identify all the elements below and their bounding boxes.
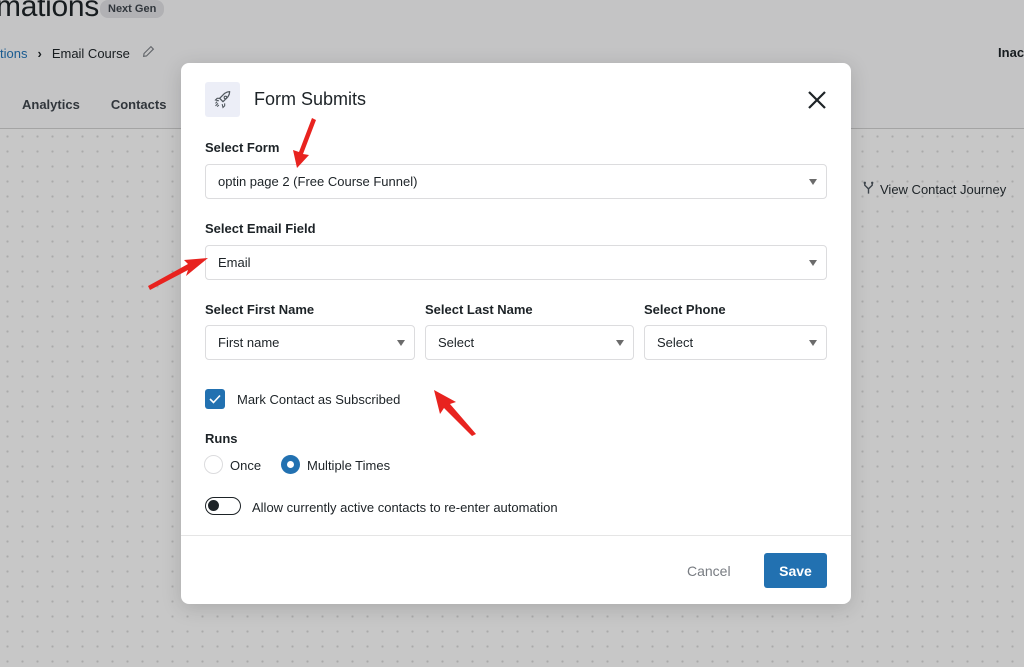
modal-header: Form Submits [205,82,366,117]
runs-multiple-label: Multiple Times [307,458,391,473]
close-icon [808,91,826,109]
select-phone-dropdown[interactable]: Select [644,325,827,360]
select-first-name-dropdown[interactable]: First name [205,325,415,360]
mark-subscribed-checkbox[interactable] [205,389,225,409]
view-contact-journey-link[interactable]: View Contact Journey [862,181,1006,198]
reenter-toggle[interactable] [205,497,241,515]
runs-multiple-radio[interactable] [281,455,300,474]
select-last-name-dropdown[interactable]: Select [425,325,634,360]
select-last-name-value: Select [438,335,475,350]
reenter-label: Allow currently active contacts to re-en… [252,500,558,515]
save-button[interactable]: Save [764,553,827,588]
branch-icon [862,181,875,198]
runs-once-radio[interactable] [204,455,223,474]
caret-down-icon [809,260,817,266]
select-last-name-label: Select Last Name [425,302,533,317]
view-contact-journey-label: View Contact Journey [880,182,1007,197]
runs-once-label: Once [230,458,262,473]
caret-down-icon [397,340,405,346]
select-email-value: Email [218,255,251,270]
caret-down-icon [616,340,624,346]
checkmark-icon [209,394,221,404]
select-first-name-label: Select First Name [205,302,315,317]
select-first-name-value: First name [218,335,280,350]
caret-down-icon [809,179,817,185]
select-email-dropdown[interactable]: Email [205,245,827,280]
rocket-icon [205,82,240,117]
form-submits-modal: Form Submits Select Form optin page 2 (F… [181,63,851,604]
close-button[interactable] [807,90,827,110]
select-form-dropdown[interactable]: optin page 2 (Free Course Funnel) [205,164,827,199]
select-form-value: optin page 2 (Free Course Funnel) [218,174,418,189]
select-email-label: Select Email Field [205,221,316,236]
select-phone-value: Select [657,335,694,350]
caret-down-icon [809,340,817,346]
mark-subscribed-label: Mark Contact as Subscribed [237,392,401,407]
cancel-button[interactable]: Cancel [671,553,747,588]
select-phone-label: Select Phone [644,302,726,317]
select-form-label: Select Form [205,140,280,155]
modal-title: Form Submits [254,89,367,109]
footer-divider [181,535,851,536]
runs-label: Runs [205,431,238,446]
